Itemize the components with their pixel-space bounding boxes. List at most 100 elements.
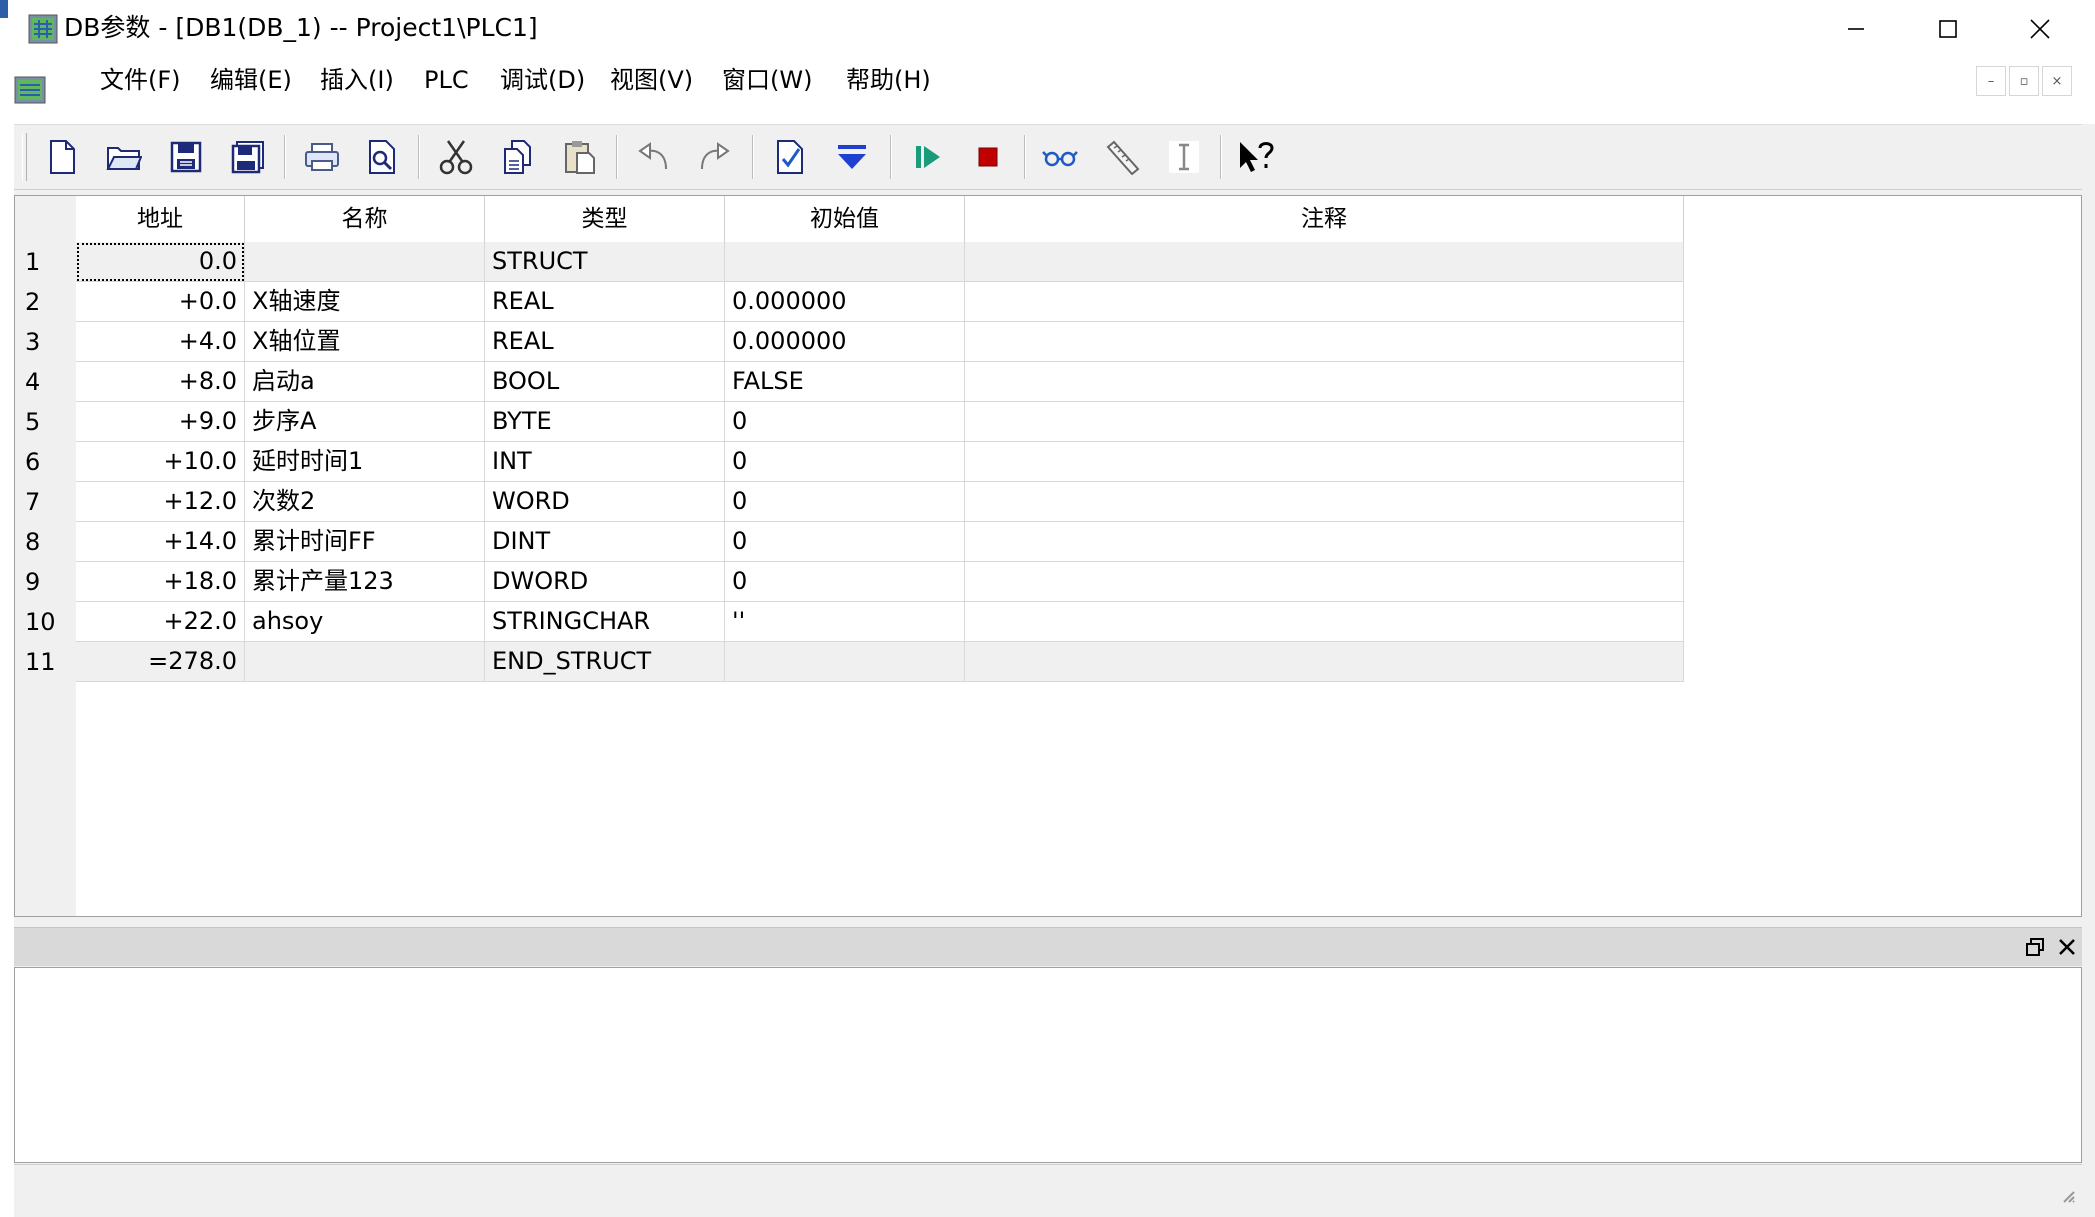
menu-window[interactable]: 窗口(W)	[716, 58, 818, 108]
mdi-minimize-button[interactable]: –	[1976, 66, 2006, 96]
redo-icon[interactable]	[694, 137, 734, 177]
menu-edit[interactable]: 编辑(E)	[204, 58, 298, 108]
menu-help[interactable]: 帮助(H)	[840, 58, 937, 108]
column-header-comment[interactable]: 注释	[965, 196, 1684, 242]
download-icon[interactable]	[832, 137, 872, 177]
name-cell[interactable]: 累计时间FF	[245, 522, 485, 562]
row-number[interactable]: 2	[25, 282, 40, 322]
row-number[interactable]: 5	[25, 402, 40, 442]
comment-cell[interactable]	[965, 442, 1684, 482]
cut-icon[interactable]	[436, 137, 476, 177]
comment-cell[interactable]	[965, 482, 1684, 522]
type-cell[interactable]: STRUCT	[485, 242, 725, 282]
name-cell[interactable]	[245, 242, 485, 282]
comment-cell[interactable]	[965, 522, 1684, 562]
initial-value-cell[interactable]: 0	[725, 562, 965, 602]
open-folder-icon[interactable]	[104, 137, 144, 177]
name-cell[interactable]: X轴速度	[245, 282, 485, 322]
menu-plc[interactable]: PLC	[418, 58, 475, 108]
mdi-restore-button[interactable]: ▫	[2009, 66, 2039, 96]
name-cell[interactable]: 累计产量123	[245, 562, 485, 602]
ruler-icon[interactable]	[1102, 137, 1142, 177]
initial-value-cell[interactable]: 0	[725, 442, 965, 482]
close-panel-icon[interactable]	[2052, 932, 2082, 962]
comment-cell[interactable]	[965, 602, 1684, 642]
comment-cell[interactable]	[965, 402, 1684, 442]
save-all-icon[interactable]	[228, 137, 268, 177]
menu-view[interactable]: 视图(V)	[604, 58, 699, 108]
row-number[interactable]: 8	[25, 522, 40, 562]
type-cell[interactable]: DWORD	[485, 562, 725, 602]
monitor-glasses-icon[interactable]	[1040, 137, 1080, 177]
type-cell[interactable]: END_STRUCT	[485, 642, 725, 682]
name-cell[interactable]: 启动a	[245, 362, 485, 402]
type-cell[interactable]: BOOL	[485, 362, 725, 402]
address-cell[interactable]: +10.0	[76, 442, 245, 482]
initial-value-cell[interactable]: 0	[725, 522, 965, 562]
name-cell[interactable]: ahsoy	[245, 602, 485, 642]
output-panel[interactable]	[14, 967, 2082, 1163]
column-header-name[interactable]: 名称	[245, 196, 485, 242]
type-cell[interactable]: DINT	[485, 522, 725, 562]
address-cell[interactable]: =278.0	[76, 642, 245, 682]
address-cell[interactable]: 0.0	[76, 242, 245, 282]
print-icon[interactable]	[302, 137, 342, 177]
row-number[interactable]: 4	[25, 362, 40, 402]
type-cell[interactable]: WORD	[485, 482, 725, 522]
menu-insert[interactable]: 插入(I)	[314, 58, 400, 108]
name-cell[interactable]	[245, 642, 485, 682]
undo-icon[interactable]	[634, 137, 674, 177]
initial-value-cell[interactable]: ''	[725, 602, 965, 642]
type-cell[interactable]: INT	[485, 442, 725, 482]
type-cell[interactable]: REAL	[485, 282, 725, 322]
print-preview-icon[interactable]	[362, 137, 402, 177]
row-number[interactable]: 9	[25, 562, 40, 602]
check-icon[interactable]	[770, 137, 810, 177]
address-cell[interactable]: +22.0	[76, 602, 245, 642]
row-number[interactable]: 7	[25, 482, 40, 522]
close-button[interactable]	[1994, 0, 2086, 58]
toolbar-grip[interactable]	[22, 133, 27, 181]
stop-icon[interactable]	[968, 137, 1008, 177]
paste-icon[interactable]	[560, 137, 600, 177]
name-cell[interactable]: 步序A	[245, 402, 485, 442]
comment-cell[interactable]	[965, 642, 1684, 682]
run-icon[interactable]	[908, 137, 948, 177]
row-number[interactable]: 11	[25, 642, 56, 682]
comment-cell[interactable]	[965, 282, 1684, 322]
row-number[interactable]: 3	[25, 322, 40, 362]
address-cell[interactable]: +9.0	[76, 402, 245, 442]
mdi-close-button[interactable]: ×	[2042, 66, 2072, 96]
initial-value-cell[interactable]: 0	[725, 482, 965, 522]
initial-value-cell[interactable]: 0	[725, 402, 965, 442]
type-cell[interactable]: BYTE	[485, 402, 725, 442]
column-header-address[interactable]: 地址	[76, 196, 245, 242]
column-header-type[interactable]: 类型	[485, 196, 725, 242]
context-help-icon[interactable]	[1236, 137, 1276, 177]
address-cell[interactable]: +4.0	[76, 322, 245, 362]
address-cell[interactable]: +12.0	[76, 482, 245, 522]
address-cell[interactable]: +18.0	[76, 562, 245, 602]
comment-cell[interactable]	[965, 362, 1684, 402]
new-file-icon[interactable]	[42, 137, 82, 177]
initial-value-cell[interactable]: 0.000000	[725, 322, 965, 362]
resize-grip-icon[interactable]	[2060, 1188, 2076, 1204]
comment-cell[interactable]	[965, 562, 1684, 602]
minimize-button[interactable]	[1810, 0, 1902, 58]
initial-value-cell[interactable]	[725, 242, 965, 282]
name-cell[interactable]: 次数2	[245, 482, 485, 522]
address-cell[interactable]: +8.0	[76, 362, 245, 402]
row-number[interactable]: 6	[25, 442, 40, 482]
name-cell[interactable]: X轴位置	[245, 322, 485, 362]
name-cell[interactable]: 延时时间1	[245, 442, 485, 482]
maximize-button[interactable]	[1902, 0, 1994, 58]
initial-value-cell[interactable]: FALSE	[725, 362, 965, 402]
initial-value-cell[interactable]	[725, 642, 965, 682]
address-cell[interactable]: +0.0	[76, 282, 245, 322]
text-cursor-icon[interactable]	[1164, 137, 1204, 177]
comment-cell[interactable]	[965, 322, 1684, 362]
menu-file[interactable]: 文件(F)	[94, 58, 187, 108]
comment-cell[interactable]	[965, 242, 1684, 282]
row-number[interactable]: 10	[25, 602, 56, 642]
initial-value-cell[interactable]: 0.000000	[725, 282, 965, 322]
